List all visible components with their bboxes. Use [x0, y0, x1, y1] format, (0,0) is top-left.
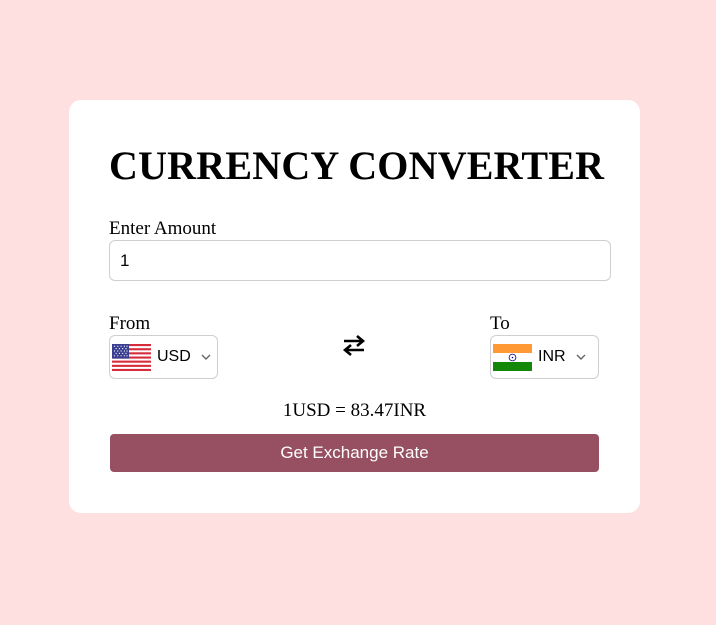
- converter-card: CURRENCY CONVERTER Enter Amount From USD: [69, 100, 640, 513]
- to-label: To: [490, 313, 510, 334]
- to-currency-select[interactable]: INR: [490, 335, 599, 379]
- from-currency-code: USD: [157, 348, 191, 365]
- swap-arrows-icon[interactable]: [341, 332, 367, 358]
- page-title: CURRENCY CONVERTER: [109, 143, 605, 188]
- get-exchange-rate-button[interactable]: Get Exchange Rate: [110, 434, 599, 472]
- amount-label: Enter Amount: [109, 218, 217, 239]
- to-currency-code: INR: [538, 348, 566, 365]
- exchange-rate-result: 1USD = 83.47INR: [282, 400, 427, 421]
- india-flag-icon: [493, 343, 532, 371]
- from-label: From: [109, 313, 151, 334]
- amount-input[interactable]: [109, 240, 611, 281]
- from-currency-select[interactable]: USD: [109, 335, 218, 379]
- chevron-down-icon: [576, 354, 586, 360]
- us-flag-icon: [112, 343, 151, 371]
- chevron-down-icon: [201, 354, 211, 360]
